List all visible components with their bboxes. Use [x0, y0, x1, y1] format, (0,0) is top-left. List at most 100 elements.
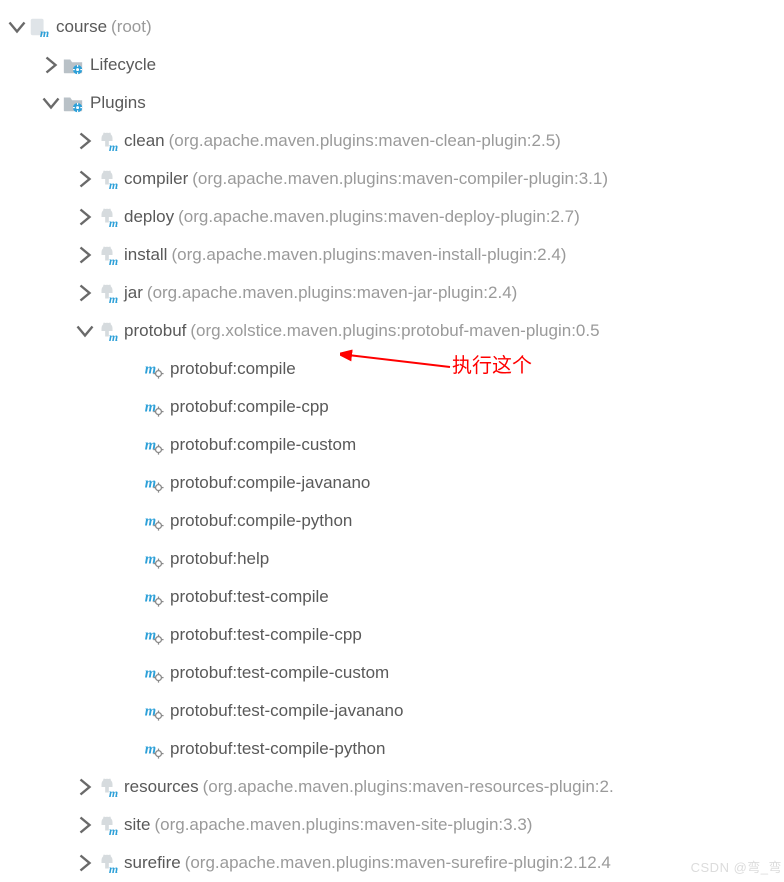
plugin-clean[interactable]: m clean(org.apache.maven.plugins:maven-c… [8, 122, 784, 160]
goal-protobuf-compile[interactable]: m protobuf:compile [8, 350, 784, 388]
plugin-detail: (org.xolstice.maven.plugins:protobuf-mav… [190, 321, 599, 341]
plugin-detail: (org.apache.maven.plugins:maven-jar-plug… [147, 283, 517, 303]
plugin-name: site [124, 815, 150, 835]
plugin-install[interactable]: m install(org.apache.maven.plugins:maven… [8, 236, 784, 274]
plugins-label: Plugins [90, 93, 146, 113]
maven-plugin-icon: m [96, 776, 118, 798]
tree-root[interactable]: m course (root) [8, 8, 784, 46]
chevron-down-icon [42, 94, 60, 112]
chevron-right-icon [76, 246, 94, 264]
watermark: CSDN @弯_弯 [691, 857, 782, 876]
goal-protobuf-test-compile-cpp[interactable]: m protobuf:test-compile-cpp [8, 616, 784, 654]
svg-text:m: m [145, 704, 156, 720]
goal-label: protobuf:test-compile [170, 587, 329, 607]
plugin-name: surefire [124, 853, 181, 873]
root-suffix: (root) [111, 17, 152, 37]
svg-text:m: m [145, 438, 156, 454]
maven-plugin-icon: m [96, 168, 118, 190]
chevron-right-icon [76, 778, 94, 796]
svg-text:m: m [109, 216, 118, 228]
plugin-protobuf[interactable]: m protobuf(org.xolstice.maven.plugins:pr… [8, 312, 784, 350]
goal-label: protobuf:test-compile-python [170, 739, 385, 759]
svg-text:m: m [145, 552, 156, 568]
plugin-name: install [124, 245, 167, 265]
goal-label: protobuf:help [170, 549, 269, 569]
goal-protobuf-compile-cpp[interactable]: m protobuf:compile-cpp [8, 388, 784, 426]
plugin-resources[interactable]: m resources(org.apache.maven.plugins:mav… [8, 768, 784, 806]
chevron-down-icon [76, 322, 94, 340]
maven-project-icon: m [28, 16, 50, 38]
svg-text:m: m [109, 140, 118, 152]
plugin-site[interactable]: m site(org.apache.maven.plugins:maven-si… [8, 806, 784, 844]
plugin-detail: (org.apache.maven.plugins:maven-deploy-p… [178, 207, 580, 227]
plugin-detail: (org.apache.maven.plugins:maven-resource… [203, 777, 614, 797]
svg-text:m: m [109, 254, 118, 266]
tree-lifecycle[interactable]: Lifecycle [8, 46, 784, 84]
goal-label: protobuf:compile-python [170, 511, 352, 531]
plugin-surefire[interactable]: m surefire(org.apache.maven.plugins:mave… [8, 844, 784, 882]
goal-label: protobuf:compile-cpp [170, 397, 329, 417]
maven-plugin-icon: m [96, 244, 118, 266]
maven-goal-icon: m [142, 700, 164, 722]
maven-goal-icon: m [142, 548, 164, 570]
maven-goal-icon: m [142, 434, 164, 456]
plugin-detail: (org.apache.maven.plugins:maven-install-… [171, 245, 566, 265]
maven-goal-icon: m [142, 738, 164, 760]
chevron-right-icon [76, 170, 94, 188]
svg-text:m: m [145, 590, 156, 606]
plugin-name: compiler [124, 169, 188, 189]
svg-text:m: m [109, 862, 118, 874]
goal-protobuf-compile-javanano[interactable]: m protobuf:compile-javanano [8, 464, 784, 502]
svg-text:m: m [40, 26, 49, 38]
plugin-detail: (org.apache.maven.plugins:maven-surefire… [185, 853, 611, 873]
svg-text:m: m [109, 824, 118, 836]
maven-goal-icon: m [142, 624, 164, 646]
goal-protobuf-compile-custom[interactable]: m protobuf:compile-custom [8, 426, 784, 464]
maven-plugin-icon: m [96, 130, 118, 152]
goal-label: protobuf:test-compile-custom [170, 663, 389, 683]
maven-goal-icon: m [142, 396, 164, 418]
plugin-detail: (org.apache.maven.plugins:maven-site-plu… [154, 815, 532, 835]
plugin-detail: (org.apache.maven.plugins:maven-compiler… [192, 169, 608, 189]
svg-text:m: m [145, 476, 156, 492]
tree-plugins[interactable]: Plugins [8, 84, 784, 122]
maven-plugin-icon: m [96, 206, 118, 228]
plugin-name: deploy [124, 207, 174, 227]
folder-gear-icon [62, 92, 84, 114]
chevron-right-icon [42, 56, 60, 74]
chevron-right-icon [76, 284, 94, 302]
svg-text:m: m [145, 628, 156, 644]
chevron-right-icon [76, 854, 94, 872]
goal-protobuf-help[interactable]: m protobuf:help [8, 540, 784, 578]
goal-label: protobuf:compile-custom [170, 435, 356, 455]
chevron-right-icon [76, 208, 94, 226]
chevron-right-icon [76, 816, 94, 834]
plugin-name: protobuf [124, 321, 186, 341]
maven-plugin-icon: m [96, 282, 118, 304]
goal-label: protobuf:test-compile-cpp [170, 625, 362, 645]
svg-text:m: m [145, 400, 156, 416]
maven-goal-icon: m [142, 510, 164, 532]
plugin-deploy[interactable]: m deploy(org.apache.maven.plugins:maven-… [8, 198, 784, 236]
svg-text:m: m [109, 292, 118, 304]
goal-protobuf-test-compile-python[interactable]: m protobuf:test-compile-python [8, 730, 784, 768]
maven-goal-icon: m [142, 472, 164, 494]
root-name: course [56, 17, 107, 37]
goal-protobuf-test-compile-custom[interactable]: m protobuf:test-compile-custom [8, 654, 784, 692]
goal-label: protobuf:test-compile-javanano [170, 701, 403, 721]
maven-goal-icon: m [142, 662, 164, 684]
plugin-jar[interactable]: m jar(org.apache.maven.plugins:maven-jar… [8, 274, 784, 312]
goal-protobuf-test-compile[interactable]: m protobuf:test-compile [8, 578, 784, 616]
plugin-compiler[interactable]: m compiler(org.apache.maven.plugins:mave… [8, 160, 784, 198]
plugin-name: clean [124, 131, 165, 151]
svg-text:m: m [109, 178, 118, 190]
goal-protobuf-compile-python[interactable]: m protobuf:compile-python [8, 502, 784, 540]
svg-text:m: m [145, 666, 156, 682]
plugin-name: resources [124, 777, 199, 797]
maven-goal-icon: m [142, 586, 164, 608]
goal-label: protobuf:compile [170, 359, 296, 379]
goal-protobuf-test-compile-javanano[interactable]: m protobuf:test-compile-javanano [8, 692, 784, 730]
chevron-right-icon [76, 132, 94, 150]
goal-label: protobuf:compile-javanano [170, 473, 370, 493]
folder-gear-icon [62, 54, 84, 76]
